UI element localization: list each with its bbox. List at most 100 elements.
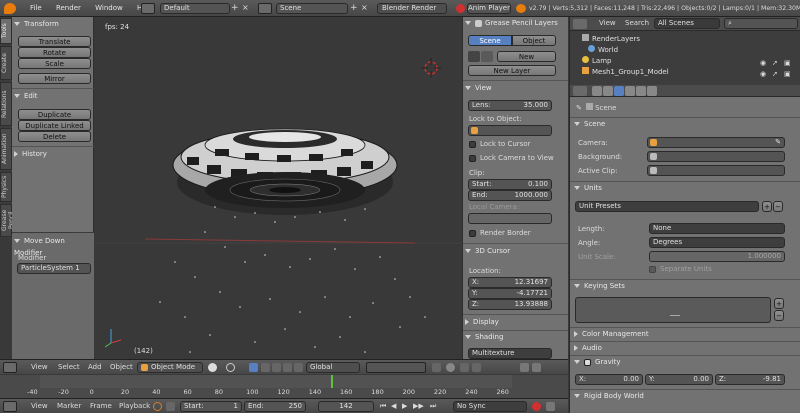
jump-start-icon[interactable]: ⏮ xyxy=(380,402,386,411)
next-key-icon[interactable]: ▶▶ xyxy=(413,402,424,410)
timeline-view-menu[interactable]: View xyxy=(31,402,48,410)
keying-sets-panel-header[interactable]: Keying Sets xyxy=(574,280,794,292)
history-panel-header[interactable]: History xyxy=(14,148,92,160)
select-arrow-icon-2[interactable]: ➚ xyxy=(772,70,778,78)
delete-button[interactable]: Delete xyxy=(18,131,91,142)
delete-layout-icon[interactable]: × xyxy=(242,3,249,13)
outliner-search-input[interactable]: ⌕ xyxy=(724,18,798,29)
render-camera-icon-2[interactable]: ▣ xyxy=(784,70,791,78)
scene-field[interactable]: Scene xyxy=(276,3,348,14)
duplicate-button[interactable]: Duplicate xyxy=(18,109,91,120)
scale-button[interactable]: Scale xyxy=(18,58,91,69)
render-border-checkbox[interactable] xyxy=(469,229,476,237)
outliner-search-menu[interactable]: Search xyxy=(625,19,649,27)
shading-mode-icon[interactable] xyxy=(208,363,217,372)
pivot-icon[interactable] xyxy=(226,363,235,372)
add-layout-icon[interactable]: + xyxy=(231,3,239,13)
gravity-z-field[interactable]: Z: -9.81 xyxy=(715,374,785,385)
tab-tools[interactable]: Tools xyxy=(0,18,12,44)
lens-field[interactable]: Lens: 35.000 xyxy=(468,100,552,111)
render-camera-icon-1[interactable]: ▣ xyxy=(784,59,791,67)
gravity-y-field[interactable]: Y: 0.00 xyxy=(645,374,713,385)
current-frame-field[interactable]: 142 xyxy=(318,401,374,412)
render-animation-icon[interactable] xyxy=(532,363,541,372)
outliner-item-world[interactable]: World xyxy=(588,45,618,56)
timeline-playhead[interactable] xyxy=(331,375,333,388)
frame-start-field[interactable]: Start: 1 xyxy=(180,401,242,412)
lock-camera-checkbox[interactable] xyxy=(469,154,476,162)
render-preview-icon[interactable] xyxy=(520,363,529,372)
visibility-eye-icon-1[interactable]: ◉ xyxy=(760,59,766,67)
menu-window[interactable]: Window xyxy=(89,0,129,16)
outliner-filter-dropdown[interactable]: All Scenes xyxy=(654,18,720,29)
lock-object-field[interactable] xyxy=(468,125,552,136)
modifier-field[interactable]: ParticleSystem 1 xyxy=(17,263,91,274)
view-menu[interactable]: View xyxy=(31,363,48,371)
new-layer-button[interactable]: New Layer xyxy=(468,65,556,76)
duplicate-linked-button[interactable]: Duplicate Linked xyxy=(18,120,91,131)
timeline[interactable]: -40 -20 0 20 40 60 80 100 120 140 160 180 200 220 240 2… xyxy=(0,375,568,398)
menu-file[interactable]: File xyxy=(24,0,48,16)
tab-physics[interactable]: Physics xyxy=(0,172,12,202)
shading-dropdown[interactable]: Multitexture xyxy=(468,348,552,359)
units-panel-header[interactable]: Units xyxy=(574,182,794,194)
gp-object-button[interactable]: Object xyxy=(512,35,556,46)
cursor-z-field[interactable]: Z: 13.93888 xyxy=(468,299,552,310)
eyedropper-icon[interactable]: ✎ xyxy=(775,138,781,147)
keying-sets-list[interactable] xyxy=(575,297,771,323)
timeline-playback-menu[interactable]: Playback xyxy=(119,402,150,410)
edit-panel-header[interactable]: Edit xyxy=(14,90,92,102)
mirror-button[interactable]: Mirror xyxy=(18,73,91,84)
pin-icon[interactable]: ✎ xyxy=(576,104,582,112)
play-icon[interactable]: ▶ xyxy=(402,402,407,410)
scene-icon[interactable] xyxy=(258,3,272,14)
anim-player-button[interactable]: Anim Player xyxy=(467,3,511,14)
manip-extra-icon[interactable] xyxy=(294,363,303,372)
outliner-item-mesh[interactable]: Mesh1_Group1_Model xyxy=(582,67,669,78)
render-tab-icon[interactable] xyxy=(592,86,602,96)
snap-target-icon[interactable] xyxy=(472,363,481,372)
audio-panel-header[interactable]: Audio xyxy=(574,342,794,354)
cursor-panel-header[interactable]: 3D Cursor xyxy=(465,245,565,257)
prev-key-icon[interactable]: ◀ xyxy=(391,402,396,410)
gravity-panel-header[interactable]: Gravity xyxy=(574,356,794,368)
length-dropdown[interactable]: None xyxy=(649,223,785,234)
gp-scene-button[interactable]: Scene xyxy=(468,35,512,46)
pencil-icon[interactable] xyxy=(468,51,480,62)
tab-relations[interactable]: Relations xyxy=(0,82,12,126)
world-tab-icon[interactable] xyxy=(625,86,635,96)
camera-field[interactable]: ✎ xyxy=(647,137,785,148)
blender-logo-icon[interactable] xyxy=(4,3,16,14)
unit-presets-dropdown[interactable]: Unit Presets xyxy=(575,201,759,212)
separate-units-checkbox[interactable] xyxy=(649,265,656,273)
lock-camera-row[interactable]: Lock Camera to View xyxy=(469,154,554,162)
rigid-body-panel-header[interactable]: Rigid Body World xyxy=(574,390,794,402)
gp-new-button[interactable]: New xyxy=(497,51,556,62)
menu-render[interactable]: Render xyxy=(50,0,87,16)
keying-icon[interactable] xyxy=(166,402,175,411)
timeline-editor-icon[interactable] xyxy=(3,401,17,412)
cursor-x-field[interactable]: X: 12.31697 xyxy=(468,277,552,288)
preview-range-icon[interactable] xyxy=(153,402,162,411)
lock-to-cursor-row[interactable]: Lock to Cursor xyxy=(469,140,530,148)
operator-panel-header[interactable]: Move Down Modifier xyxy=(14,235,92,257)
remove-unit-preset-button[interactable]: − xyxy=(773,201,783,212)
record-icon[interactable] xyxy=(532,402,541,411)
background-field[interactable] xyxy=(647,151,785,162)
orientation-dropdown[interactable]: Global xyxy=(306,362,360,373)
proportional-edit-icon[interactable] xyxy=(446,363,455,372)
view-panel-header[interactable]: View xyxy=(465,82,565,94)
scene-tab-icon[interactable] xyxy=(614,86,624,96)
select-menu[interactable]: Select xyxy=(58,363,80,371)
add-unit-preset-button[interactable]: + xyxy=(762,201,772,212)
keying-set-icon[interactable] xyxy=(546,402,555,411)
visibility-eye-icon-2[interactable]: ◉ xyxy=(760,70,766,78)
active-clip-field[interactable] xyxy=(647,165,785,176)
gravity-x-field[interactable]: X: 0.00 xyxy=(575,374,643,385)
local-camera-field[interactable] xyxy=(468,213,552,224)
select-arrow-icon-1[interactable]: ➚ xyxy=(772,59,778,67)
tab-create[interactable]: Create xyxy=(0,46,12,80)
3d-viewport[interactable]: fps: 24 (142) xyxy=(95,17,462,359)
timeline-marker-menu[interactable]: Marker xyxy=(57,402,81,410)
frame-end-field[interactable]: End: 250 xyxy=(244,401,306,412)
